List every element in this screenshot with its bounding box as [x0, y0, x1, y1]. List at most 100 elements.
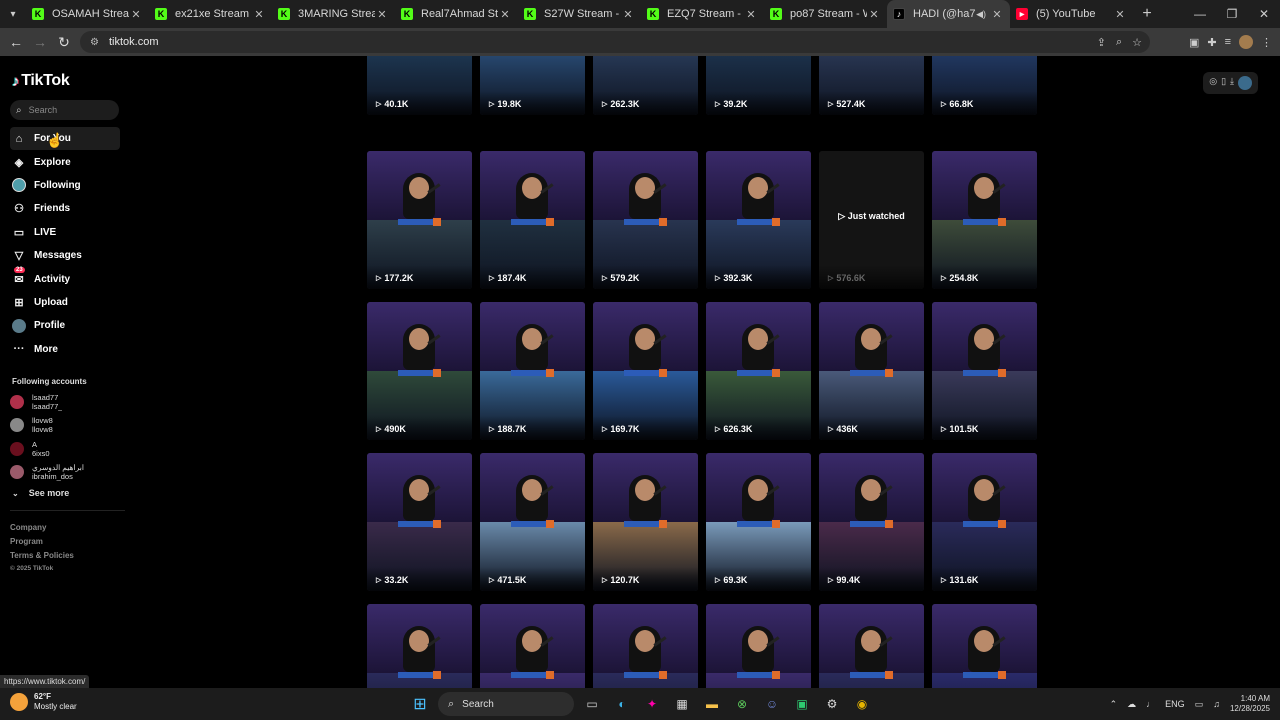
new-tab-button[interactable]: + — [1133, 5, 1161, 23]
nav-for-you[interactable]: ⌂ For You — [10, 127, 120, 151]
video-card[interactable]: ▷ 99.4K — [819, 453, 924, 591]
copilot-icon[interactable]: ✦ — [640, 692, 664, 716]
tab-close-icon[interactable]: ✕ — [990, 8, 1004, 21]
video-card[interactable] — [480, 604, 585, 688]
nav-explore[interactable]: ◈ Explore — [10, 150, 120, 173]
display-icon[interactable]: ▭ — [1195, 699, 1204, 710]
install-icon[interactable]: ⇪ — [1097, 36, 1106, 49]
tab-search-icon[interactable]: ▾ — [0, 0, 26, 28]
close-window-icon[interactable]: ✕ — [1248, 0, 1280, 28]
language[interactable]: ENG — [1165, 699, 1185, 709]
video-card[interactable]: ▷ 490K — [367, 302, 472, 440]
volume-icon[interactable]: ♫ — [1213, 699, 1220, 709]
tab-close-icon[interactable]: ✕ — [867, 8, 881, 21]
browser-tab[interactable]: Kex21xe Stream - Wat✕ — [149, 0, 272, 28]
video-card[interactable] — [593, 604, 698, 688]
video-card[interactable]: ▷ 120.7K — [593, 453, 698, 591]
onedrive-icon[interactable]: ☁ — [1127, 699, 1136, 710]
following-account[interactable]: llovw8 llovw8 — [10, 414, 125, 438]
video-card[interactable]: ▷ 66.8K — [932, 56, 1037, 115]
tab-close-icon[interactable]: ✕ — [129, 8, 143, 21]
video-card[interactable]: ▷ 19.8K — [480, 56, 585, 115]
tiktok-logo[interactable]: ♪ TikTok — [12, 72, 70, 90]
video-card[interactable]: ▷ 262.3K — [593, 56, 698, 115]
puzzle-icon[interactable]: ✚ — [1207, 36, 1216, 49]
download-icon[interactable]: ⤓ — [1230, 76, 1234, 90]
store-icon[interactable]: ▦ — [670, 692, 694, 716]
tab-audio-icon[interactable]: ◀) — [976, 9, 986, 20]
video-card[interactable]: ▷ 188.7K — [480, 302, 585, 440]
app-icon[interactable]: ▣ — [790, 692, 814, 716]
video-card[interactable]: ▷ 131.6K — [932, 453, 1037, 591]
tab-close-icon[interactable]: ✕ — [744, 8, 758, 21]
video-card[interactable]: ▷ 527.4K — [819, 56, 924, 115]
nav-profile[interactable]: Profile — [10, 314, 120, 337]
video-card[interactable]: ▷ 39.2K — [706, 56, 811, 115]
video-card[interactable] — [706, 604, 811, 688]
nav-friends[interactable]: ⚇ Friends — [10, 197, 120, 220]
nav-live[interactable]: ▭ LIVE — [10, 221, 120, 244]
device-icon[interactable]: ▯ — [1221, 76, 1226, 90]
file-explorer-icon[interactable]: ▬ — [700, 692, 724, 716]
see-more-button[interactable]: ⌄ See more — [12, 488, 69, 498]
nav-more[interactable]: ··· More — [10, 338, 120, 361]
minimize-icon[interactable]: — — [1184, 0, 1216, 28]
task-view-icon[interactable]: ▭ — [580, 692, 604, 716]
browser-tab[interactable]: ▶ (5) YouTube ✕ — [1010, 0, 1133, 28]
video-card[interactable]: ▷ 177.2K — [367, 151, 472, 289]
nav-activity[interactable]: ✉ 23 Activity — [10, 267, 120, 290]
tray-chevron-icon[interactable]: ⌃ — [1110, 699, 1118, 710]
footer-terms[interactable]: Terms & Policies — [10, 551, 74, 565]
video-card[interactable]: ▷ 40.1K — [367, 56, 472, 115]
video-card[interactable] — [367, 604, 472, 688]
video-card[interactable]: ▷ 187.4K — [480, 151, 585, 289]
footer-company[interactable]: Company — [10, 523, 74, 537]
video-card[interactable]: ▷ 101.5K — [932, 302, 1037, 440]
browser-profile-avatar[interactable] — [1239, 35, 1253, 49]
nav-upload[interactable]: ⊞ Upload — [10, 291, 120, 314]
chrome-icon[interactable]: ◉ — [850, 692, 874, 716]
browser-tab[interactable]: K S27W Stream - Watc✕ — [518, 0, 641, 28]
browser-menu-icon[interactable]: ⋮ — [1261, 36, 1272, 49]
video-card[interactable]: ▷ Just watched ▷ 576.6K — [819, 151, 924, 289]
search-input[interactable]: ⌕ Search — [10, 100, 119, 120]
site-info-icon[interactable]: ⚙ — [90, 37, 99, 48]
video-card[interactable]: ▷ 579.2K — [593, 151, 698, 289]
video-card[interactable]: ▷ 169.7K — [593, 302, 698, 440]
tab-close-icon[interactable]: ✕ — [252, 8, 266, 21]
forward-icon[interactable]: → — [28, 34, 52, 50]
following-account[interactable]: ابراهيم الدوسري ibrahim_dos — [10, 461, 125, 485]
tab-close-icon[interactable]: ✕ — [621, 8, 635, 21]
steam-icon[interactable]: ⚙ — [820, 692, 844, 716]
video-card[interactable]: ▷ 254.8K — [932, 151, 1037, 289]
nav-messages[interactable]: ▽ Messages — [10, 244, 120, 267]
tab-close-icon[interactable]: ✕ — [375, 8, 389, 21]
taskbar-search[interactable]: ⌕ Search — [438, 692, 574, 716]
user-avatar[interactable] — [1238, 76, 1252, 90]
tab-close-icon[interactable]: ✕ — [498, 8, 512, 21]
address-bar[interactable]: ⚙ tiktok.com ⇪ ⌕ ☆ — [80, 31, 1150, 53]
tab-close-icon[interactable]: ✕ — [1113, 8, 1127, 21]
browser-tab[interactable]: K Real7Ahmad Stream✕ — [395, 0, 518, 28]
video-card[interactable]: ▷ 436K — [819, 302, 924, 440]
maximize-icon[interactable]: ❐ — [1216, 0, 1248, 28]
browser-tab[interactable]: K EZQ7 Stream - Watch✕ — [641, 0, 764, 28]
video-card[interactable]: ▷ 392.3K — [706, 151, 811, 289]
browser-tab[interactable]: Kpo87 Stream - Watc✕ — [764, 0, 887, 28]
clock[interactable]: 1:40 AM 12/28/2025 — [1230, 694, 1270, 714]
weather-widget[interactable]: 62°F Mostly clear — [10, 692, 77, 712]
browser-tab[interactable]: K 3MARING Stream - V✕ — [272, 0, 395, 28]
video-card[interactable] — [932, 604, 1037, 688]
bookmark-star-icon[interactable]: ☆ — [1132, 36, 1142, 49]
coin-icon[interactable]: ◎ — [1209, 76, 1217, 90]
browser-tab[interactable]: K OSAMAH Stream - W✕ — [26, 0, 149, 28]
reload-icon[interactable]: ↻ — [52, 34, 76, 51]
discord-icon[interactable]: ☺ — [760, 692, 784, 716]
mic-icon[interactable]: ♩ — [1146, 699, 1155, 709]
extension-icon[interactable]: ▣ — [1189, 36, 1199, 49]
back-icon[interactable]: ← — [4, 34, 28, 50]
windows-start-icon[interactable]: ⊞ — [408, 692, 432, 716]
following-account[interactable]: A 6ixs0 — [10, 437, 125, 461]
browser-tab[interactable]: ♪ HADI (@ha7io2)◀) ✕ — [887, 0, 1010, 28]
nav-following[interactable]: Following — [10, 174, 120, 197]
